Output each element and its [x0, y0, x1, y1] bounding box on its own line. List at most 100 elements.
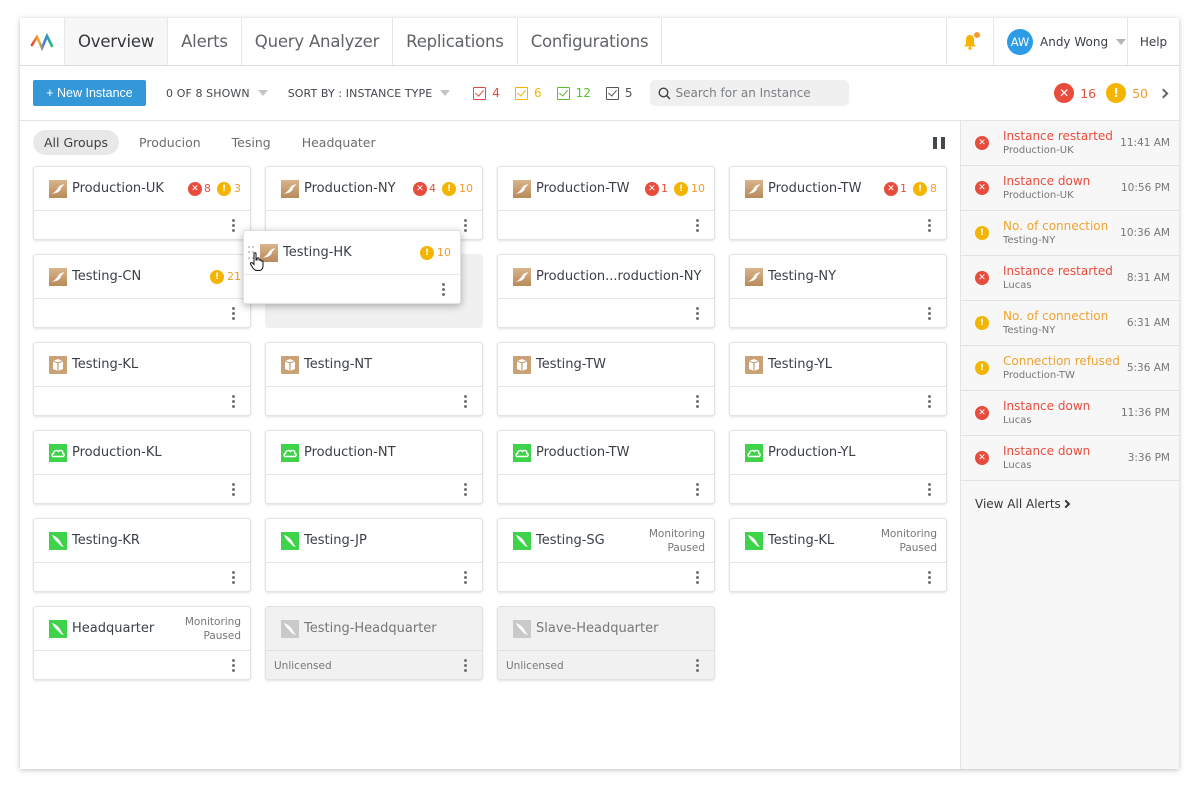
- warning-count: 3: [234, 182, 241, 195]
- error-icon: ✕: [975, 406, 989, 420]
- instance-card[interactable]: Testing-KL: [33, 342, 251, 416]
- tab-replications[interactable]: Replications: [393, 18, 518, 65]
- alert-item[interactable]: ✕ Instance down Lucas 3:36 PM: [961, 436, 1179, 481]
- group-all[interactable]: All Groups: [33, 130, 120, 155]
- new-instance-button[interactable]: + New Instance: [33, 80, 146, 106]
- instance-card[interactable]: Production-YL: [729, 430, 947, 504]
- instance-card[interactable]: Testing-NT: [265, 342, 483, 416]
- group-tesing[interactable]: Tesing: [221, 130, 282, 155]
- instance-card[interactable]: Testing-NY: [729, 254, 947, 328]
- error-icon: ✕: [975, 451, 989, 465]
- alert-item[interactable]: ! No. of connection Testing-NY 10:36 AM: [961, 211, 1179, 256]
- more-options-icon[interactable]: [928, 483, 931, 496]
- search-input[interactable]: [675, 86, 836, 100]
- status-filter-checkbox[interactable]: 6: [514, 86, 542, 100]
- user-menu[interactable]: AW Andy Wong: [993, 18, 1127, 65]
- alert-instance: Production-TW: [1003, 369, 1075, 381]
- shown-dropdown[interactable]: 0 OF 8 SHOWN: [166, 87, 268, 100]
- sort-dropdown[interactable]: SORT BY : INSTANCE TYPE: [288, 87, 451, 100]
- more-options-icon[interactable]: [464, 659, 467, 672]
- instance-card[interactable]: Headquarter Monitoring Paused: [33, 606, 251, 680]
- app-logo[interactable]: [20, 18, 65, 65]
- tab-overview[interactable]: Overview: [65, 18, 169, 65]
- warning-count: 21: [227, 270, 241, 283]
- alert-time: 11:36 PM: [1121, 407, 1170, 419]
- more-options-icon[interactable]: [928, 219, 931, 232]
- more-options-icon[interactable]: [232, 483, 235, 496]
- more-options-icon[interactable]: [696, 483, 699, 496]
- error-icon: ✕: [975, 136, 989, 150]
- alert-item[interactable]: ✕ Instance restarted Lucas 8:31 AM: [961, 256, 1179, 301]
- mariadb-icon: [49, 267, 67, 286]
- more-options-icon[interactable]: [928, 307, 931, 320]
- group-headquater[interactable]: Headquater: [291, 130, 387, 155]
- instance-card[interactable]: Production-NT: [265, 430, 483, 504]
- instance-card[interactable]: Production-NY ✕ 4! 10: [265, 166, 483, 240]
- error-icon: ✕: [884, 181, 898, 196]
- alert-title: Connection refused: [1003, 353, 1120, 368]
- instance-card[interactable]: Testing-TW: [497, 342, 715, 416]
- mariadb-icon: [281, 179, 299, 198]
- instance-card[interactable]: Testing-YL: [729, 342, 947, 416]
- alert-item[interactable]: ✕ Instance restarted Production-UK 11:41…: [961, 121, 1179, 166]
- alert-item[interactable]: ✕ Instance down Lucas 11:36 PM: [961, 391, 1179, 436]
- instance-name: Production-UK: [72, 181, 164, 196]
- more-options-icon[interactable]: [232, 307, 235, 320]
- error-icon: ✕: [188, 181, 202, 196]
- tab-configurations[interactable]: Configurations: [518, 18, 663, 65]
- more-options-icon[interactable]: [696, 659, 699, 672]
- more-options-icon[interactable]: [464, 395, 467, 408]
- help-link[interactable]: Help: [1127, 18, 1179, 65]
- alert-time: 8:31 AM: [1126, 272, 1170, 284]
- instance-card[interactable]: Production-TW ✕ 1! 10: [497, 166, 715, 240]
- instance-card[interactable]: Production-TW: [497, 430, 715, 504]
- instance-card[interactable]: Testing-CN! 21: [33, 254, 251, 328]
- status-filter-checkbox[interactable]: 12: [556, 86, 591, 100]
- more-options-icon[interactable]: [696, 219, 699, 232]
- chevron-right-icon[interactable]: [1158, 88, 1169, 98]
- instance-card[interactable]: Production-TW ✕ 1! 8: [729, 166, 947, 240]
- alert-item[interactable]: ! No. of connection Testing-NY 6:31 AM: [961, 301, 1179, 346]
- alert-summary[interactable]: ✕ 16 ! 50: [1054, 83, 1169, 103]
- more-options-icon[interactable]: [928, 571, 931, 584]
- cloud-icon: [745, 443, 763, 462]
- view-all-alerts-link[interactable]: View All Alerts: [961, 481, 1179, 511]
- instance-card[interactable]: Testing-Headquarter Unlicensed: [265, 606, 483, 680]
- more-options-icon[interactable]: [232, 571, 235, 584]
- group-producion[interactable]: Producion: [128, 130, 212, 155]
- instance-name: Production-NT: [304, 445, 396, 460]
- notifications-button[interactable]: [946, 18, 993, 65]
- instance-card[interactable]: Slave-Headquarter Unlicensed: [497, 606, 715, 680]
- more-options-icon[interactable]: [696, 571, 699, 584]
- error-icon: ✕: [975, 271, 989, 285]
- instance-card[interactable]: Production-UK ✕ 8! 3: [33, 166, 251, 240]
- more-options-icon[interactable]: [696, 307, 699, 320]
- more-options-icon[interactable]: [464, 219, 467, 232]
- tab-alerts[interactable]: Alerts: [168, 18, 242, 65]
- instance-card[interactable]: Testing-KR: [33, 518, 251, 592]
- status-filter-checkbox[interactable]: 4: [473, 86, 500, 100]
- dragging-instance-card[interactable]: Testing-HK! 10: [243, 230, 461, 304]
- instance-card[interactable]: Testing-KL Monitoring Paused: [729, 518, 947, 592]
- package-icon: [49, 355, 67, 374]
- pause-icon[interactable]: [933, 137, 945, 149]
- error-icon: ✕: [645, 181, 659, 196]
- instance-card[interactable]: Testing-SG Monitoring Paused: [497, 518, 715, 592]
- instance-name: Production-NY: [304, 181, 396, 196]
- more-options-icon[interactable]: [928, 395, 931, 408]
- instance-card[interactable]: Testing-JP: [265, 518, 483, 592]
- more-options-icon[interactable]: [464, 571, 467, 584]
- instance-card[interactable]: Production-KL: [33, 430, 251, 504]
- alert-item[interactable]: ! Connection refused Production-TW 5:36 …: [961, 346, 1179, 391]
- status-filter-checkbox[interactable]: 5: [605, 86, 633, 100]
- more-options-icon[interactable]: [232, 395, 235, 408]
- instance-card[interactable]: Production...roduction-NY: [497, 254, 715, 328]
- search-box[interactable]: [649, 80, 849, 106]
- more-options-icon[interactable]: [442, 283, 445, 296]
- more-options-icon[interactable]: [232, 219, 235, 232]
- tab-query-analyzer[interactable]: Query Analyzer: [242, 18, 394, 65]
- more-options-icon[interactable]: [696, 395, 699, 408]
- more-options-icon[interactable]: [464, 483, 467, 496]
- more-options-icon[interactable]: [232, 659, 235, 672]
- alert-item[interactable]: ✕ Instance down Production-UK 10:56 PM: [961, 166, 1179, 211]
